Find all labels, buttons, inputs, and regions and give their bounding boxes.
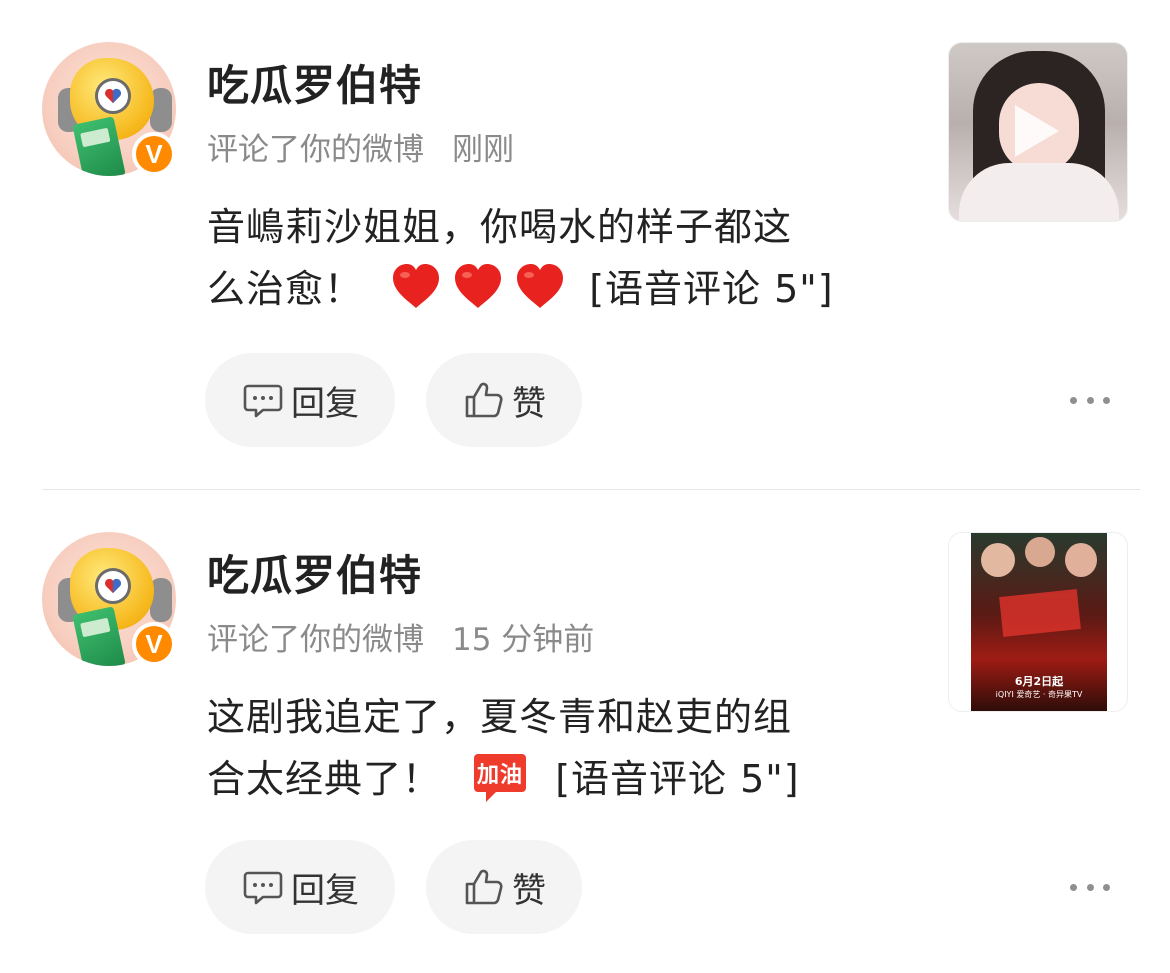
action-text: 评论了你的微博 — [207, 622, 424, 658]
comment-icon — [243, 871, 283, 905]
like-label: 赞 — [512, 870, 546, 911]
timestamp: 15 分钟前 — [452, 622, 595, 658]
post-thumbnail[interactable] — [948, 42, 1128, 222]
poster-date: 6月2日起 — [1014, 675, 1064, 688]
comment-icon — [243, 384, 283, 418]
verified-badge: V — [132, 622, 176, 666]
avatar[interactable]: V — [42, 42, 176, 176]
comment-text: 这剧我追定了，夏冬青和赵吏的组 合太经典了！ 加油 [语音评论 5"] — [207, 686, 887, 810]
comment-meta: 评论了你的微博 刚刚 — [207, 124, 514, 169]
play-icon — [1015, 105, 1059, 157]
like-label: 赞 — [512, 383, 546, 424]
drama-poster: 6月2日起 iQIYI 爱奇艺 · 奇异果TV — [971, 533, 1107, 711]
avatar[interactable]: V — [42, 532, 176, 666]
reply-label: 回复 — [291, 383, 359, 424]
like-button[interactable]: 赞 — [426, 840, 582, 934]
jiayou-emoji-icon: 加油 — [474, 754, 527, 802]
username[interactable]: 吃瓜罗伯特 — [207, 52, 422, 113]
comment-text: 音嶋莉沙姐姐，你喝水的样子都这 么治愈！ [语音评论 5"] — [207, 196, 887, 320]
heart-emoji-icon — [517, 264, 564, 308]
username[interactable]: 吃瓜罗伯特 — [207, 542, 422, 603]
more-options-icon[interactable] — [1070, 388, 1110, 412]
action-text: 评论了你的微博 — [207, 132, 424, 168]
heart-icon — [105, 578, 121, 594]
voice-comment[interactable]: [语音评论 5"] — [589, 267, 833, 311]
poster-brand: iQIYI 爱奇艺 · 奇异果TV — [995, 690, 1083, 699]
comment-item: V 吃瓜罗伯特 评论了你的微博 15 分钟前 这剧我追定了，夏冬青和赵吏的组 合太… — [0, 490, 1170, 973]
more-options-icon[interactable] — [1070, 875, 1110, 899]
voice-comment[interactable]: [语音评论 5"] — [555, 757, 799, 801]
comment-line-2: 合太经典了！ 加油 [语音评论 5"] — [207, 748, 887, 810]
heart-emoji-icon — [393, 264, 440, 308]
comment-line: 这剧我追定了，夏冬青和赵吏的组 — [207, 695, 793, 739]
thumbs-up-icon — [465, 869, 503, 905]
verified-badge: V — [132, 132, 176, 176]
reply-button[interactable]: 回复 — [205, 840, 395, 934]
timestamp: 刚刚 — [452, 132, 514, 168]
svg-text:加油: 加油 — [476, 763, 523, 788]
reply-button[interactable]: 回复 — [205, 353, 395, 447]
comment-line-2: 么治愈！ [语音评论 5"] — [207, 258, 887, 320]
comment-line: 音嶋莉沙姐姐，你喝水的样子都这 — [207, 205, 793, 249]
comment-meta: 评论了你的微博 15 分钟前 — [207, 614, 594, 659]
comment-item: V 吃瓜罗伯特 评论了你的微博 刚刚 音嶋莉沙姐姐，你喝水的样子都这 么治愈！ [… — [0, 0, 1170, 490]
like-button[interactable]: 赞 — [426, 353, 582, 447]
reply-label: 回复 — [291, 870, 359, 911]
post-thumbnail[interactable]: 6月2日起 iQIYI 爱奇艺 · 奇异果TV — [948, 532, 1128, 712]
thumbs-up-icon — [465, 382, 503, 418]
heart-icon — [105, 88, 121, 104]
heart-emoji-icon — [455, 264, 502, 308]
